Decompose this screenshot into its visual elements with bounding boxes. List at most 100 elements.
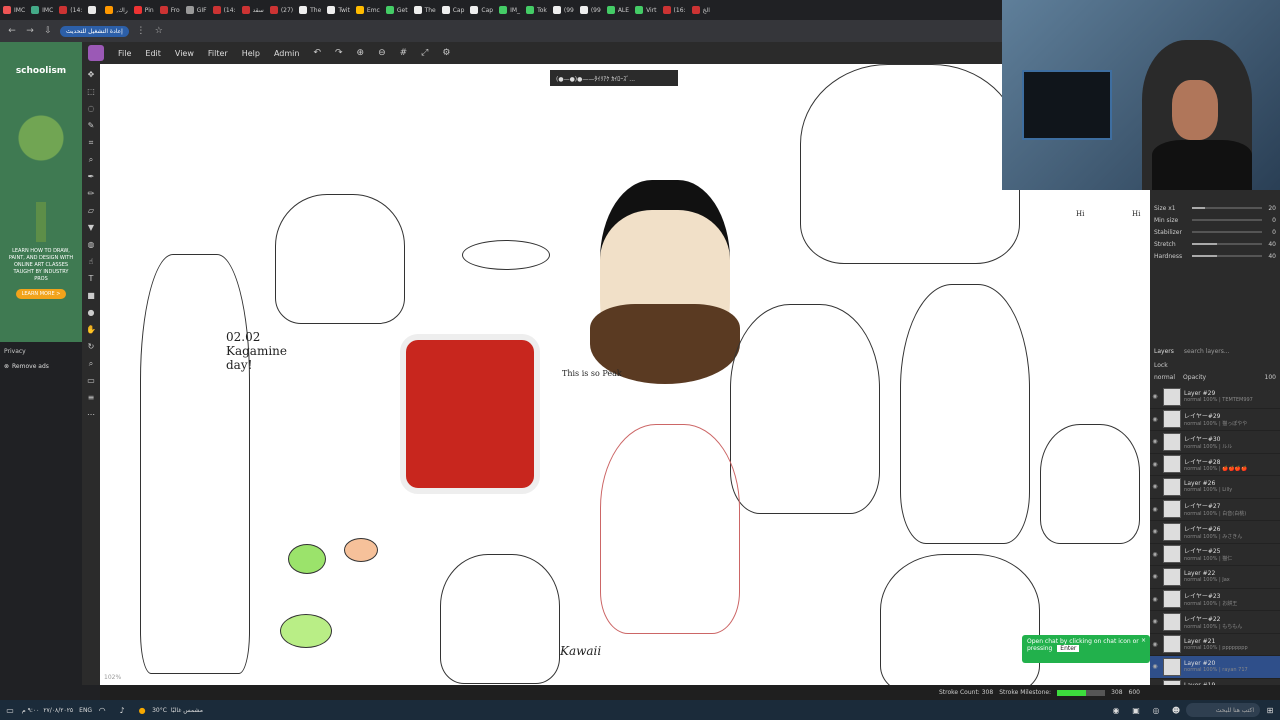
undo-icon[interactable]: ↶ xyxy=(313,48,321,58)
eye-icon[interactable]: ◉ xyxy=(1150,528,1160,535)
more-icon[interactable]: ⋯ xyxy=(85,408,97,421)
forward-icon[interactable]: → xyxy=(24,25,36,37)
ellipse-icon[interactable]: ● xyxy=(85,306,97,319)
eye-icon[interactable]: ◉ xyxy=(1150,461,1160,468)
browser-tab[interactable]: GIF xyxy=(183,0,210,20)
rect-icon[interactable]: ■ xyxy=(85,289,97,302)
browser-tab[interactable]: Pin xyxy=(131,0,157,20)
rotate-icon[interactable]: ↻ xyxy=(85,340,97,353)
browser-tab[interactable]: (99 xyxy=(550,0,577,20)
layer-row[interactable]: ◉ Layer #20 normal 100% | rayan 717 xyxy=(1150,656,1280,679)
privacy-label[interactable]: Privacy xyxy=(4,348,78,355)
browser-tab[interactable]: Fro xyxy=(157,0,183,20)
ad-banner[interactable]: schoolism LEARN HOW TO DRAW, PAINT, AND … xyxy=(0,42,82,342)
layer-row[interactable]: ◉ レイヤー#23 normal 100% | お餅王 xyxy=(1150,589,1280,611)
eye-icon[interactable]: ◉ xyxy=(1150,416,1160,423)
layer-row[interactable]: ◉ Layer #26 normal 100% | Lilly xyxy=(1150,476,1280,499)
brush-setting-row[interactable]: Stabilizer 0 xyxy=(1150,226,1280,238)
notification-icon[interactable]: ▭ xyxy=(4,704,16,716)
move-icon[interactable]: ✥ xyxy=(85,68,97,81)
smudge-icon[interactable]: ☝ xyxy=(85,255,97,268)
eye-icon[interactable]: ◉ xyxy=(1150,618,1160,625)
layer-row[interactable]: ◉ レイヤー#27 normal 100% | 白音(白桃) xyxy=(1150,499,1280,521)
browser-tab[interactable]: الخ xyxy=(689,0,713,20)
layer-row[interactable]: ◉ Layer #21 normal 100% | pppppppp xyxy=(1150,634,1280,656)
close-icon[interactable]: × xyxy=(1141,637,1146,644)
browser-tab[interactable]: IM_ xyxy=(496,0,523,20)
volume-icon[interactable]: ♪ xyxy=(116,704,128,716)
layer-search-input[interactable]: search layers... xyxy=(1184,348,1230,360)
hand-icon[interactable]: ✋ xyxy=(85,323,97,336)
fill-icon[interactable]: ▼ xyxy=(85,221,97,234)
browser-tab[interactable]: (14: xyxy=(210,0,239,20)
ad-cta-button[interactable]: LEARN MORE > xyxy=(15,289,67,299)
layer-row[interactable]: ◉ レイヤー#25 normal 100% | 猫仁 xyxy=(1150,544,1280,566)
file-explorer-icon[interactable]: ▣ xyxy=(1130,704,1142,716)
brush-setting-row[interactable]: Stretch 40 xyxy=(1150,238,1280,250)
windows-start-icon[interactable]: ⊞ xyxy=(1264,704,1276,716)
brush-setting-slider[interactable] xyxy=(1192,255,1262,257)
zoom-in-icon[interactable]: ⊕ xyxy=(357,48,365,58)
menu-help[interactable]: Help xyxy=(242,49,260,58)
browser-tab[interactable]: Emc xyxy=(353,0,383,20)
browser-tab[interactable]: Virt xyxy=(632,0,659,20)
taskbar-search-input[interactable]: اكتب هنا للبحث xyxy=(1186,703,1260,717)
brush-setting-slider[interactable] xyxy=(1192,207,1262,209)
crop-icon[interactable]: ⌗ xyxy=(85,136,97,149)
eye-icon[interactable]: ◉ xyxy=(1150,551,1160,558)
steam-icon[interactable]: ◎ xyxy=(1150,704,1162,716)
browser-tab[interactable]: The xyxy=(296,0,324,20)
eye-icon[interactable]: ◉ xyxy=(1150,641,1160,648)
eye-icon[interactable]: ◉ xyxy=(1150,483,1160,490)
text-icon[interactable]: T xyxy=(85,272,97,285)
browser-tab[interactable]: (99 xyxy=(577,0,604,20)
browser-tab[interactable]: (27) xyxy=(267,0,296,20)
menu-view[interactable]: View xyxy=(175,49,194,58)
layer-row[interactable]: ◉ Layer #22 normal 100% | Jax xyxy=(1150,566,1280,589)
brush-selector[interactable]: (●—●)●——ﾀｲﾘｱｹ ｶｲﾛｰｽﾞ... xyxy=(550,70,678,86)
brush-setting-slider[interactable] xyxy=(1192,243,1262,245)
grid-icon[interactable]: # xyxy=(400,48,408,58)
menu-icon[interactable]: ≡ xyxy=(85,391,97,404)
back-icon[interactable]: ← xyxy=(6,25,18,37)
layer-row[interactable]: ◉ レイヤー#26 normal 100% | みさきん xyxy=(1150,521,1280,544)
select-icon[interactable]: ⬚ xyxy=(85,85,97,98)
zoom-out-icon[interactable]: ⊖ xyxy=(378,48,386,58)
drawing-canvas[interactable]: (●—●)●——ﾀｲﾘｱｹ ｶｲﾛｰｽﾞ... 02.02 Kagamine d… xyxy=(100,64,1150,685)
eye-icon[interactable]: ◉ xyxy=(1150,663,1160,670)
eye-icon[interactable]: ◉ xyxy=(1150,596,1160,603)
browser-tab[interactable]: ,راك xyxy=(102,0,130,20)
browser-tab[interactable]: Cap xyxy=(467,0,496,20)
menu-admin[interactable]: Admin xyxy=(274,49,300,58)
opacity-value[interactable]: 100 xyxy=(1265,374,1276,381)
layer-row[interactable]: ◉ レイヤー#22 normal 100% | もちもん xyxy=(1150,611,1280,634)
brush-setting-row[interactable]: Size x1 20 xyxy=(1150,202,1280,214)
browser-tab[interactable]: سقد xyxy=(239,0,267,20)
browser-tab[interactable]: IMC xyxy=(0,0,28,20)
browser-tab[interactable]: Get xyxy=(383,0,411,20)
brush-icon[interactable]: ✎ xyxy=(85,119,97,132)
redo-icon[interactable]: ↷ xyxy=(335,48,343,58)
chrome-icon[interactable]: ◉ xyxy=(1110,704,1122,716)
browser-tab[interactable]: (14: xyxy=(56,0,85,20)
browser-tab[interactable]: Cap xyxy=(439,0,468,20)
layer-row[interactable]: ◉ レイヤー#29 normal 100% | 猫っぽやや xyxy=(1150,409,1280,431)
discord-icon[interactable]: ☻ xyxy=(1170,704,1182,716)
brush-setting-slider[interactable] xyxy=(1192,231,1262,233)
download-icon[interactable]: ⇩ xyxy=(42,25,54,37)
pencil-icon[interactable]: ✏ xyxy=(85,187,97,200)
eye-icon[interactable]: ◉ xyxy=(1150,573,1160,580)
browser-tab[interactable]: Twit xyxy=(324,0,353,20)
layer-row[interactable]: ◉ レイヤー#30 normal 100% | ルル xyxy=(1150,431,1280,454)
browser-tab[interactable] xyxy=(85,0,102,20)
menu-icon[interactable]: ⋮ xyxy=(135,25,147,37)
eye-icon[interactable]: ◉ xyxy=(1150,438,1160,445)
menu-edit[interactable]: Edit xyxy=(145,49,161,58)
wifi-icon[interactable]: ◠ xyxy=(96,704,108,716)
fullscreen-icon[interactable]: ⤢ xyxy=(421,48,428,58)
eye-icon[interactable]: ◉ xyxy=(1150,393,1160,400)
brush-setting-slider[interactable] xyxy=(1192,219,1262,221)
brush-setting-row[interactable]: Hardness 40 xyxy=(1150,250,1280,262)
layer-row[interactable]: ◉ レイヤー#28 normal 100% | 🍎🍎🍎🍎 xyxy=(1150,454,1280,476)
browser-tab[interactable]: ALE xyxy=(604,0,632,20)
